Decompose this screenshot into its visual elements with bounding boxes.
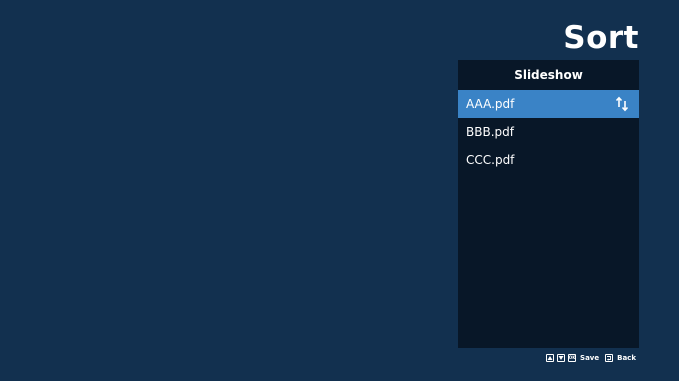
list-item-aaa[interactable]: AAA.pdf [458,90,639,118]
down-key-icon [557,354,566,362]
ok-key-icon: OK [568,354,577,362]
page-title: Sort [563,20,639,56]
sort-screen: Sort Slideshow AAA.pdf BBB.pdf CCC.pdf O… [0,0,679,381]
save-hint[interactable]: Save [580,354,599,362]
list-item-ccc[interactable]: CCC.pdf [458,146,639,174]
back-hint[interactable]: Back [617,354,636,362]
file-list: AAA.pdf BBB.pdf CCC.pdf [458,90,639,174]
slideshow-panel: Slideshow AAA.pdf BBB.pdf CCC.pdf [458,60,639,348]
panel-header: Slideshow [514,68,583,82]
footer-hints: OK Save Back [546,352,639,364]
list-item-bbb[interactable]: BBB.pdf [458,118,639,146]
sort-icon [615,96,629,112]
list-item-label: BBB.pdf [466,125,514,139]
list-item-label: AAA.pdf [466,97,515,111]
up-key-icon [546,354,555,362]
list-item-label: CCC.pdf [466,153,515,167]
back-key-icon [605,354,614,362]
